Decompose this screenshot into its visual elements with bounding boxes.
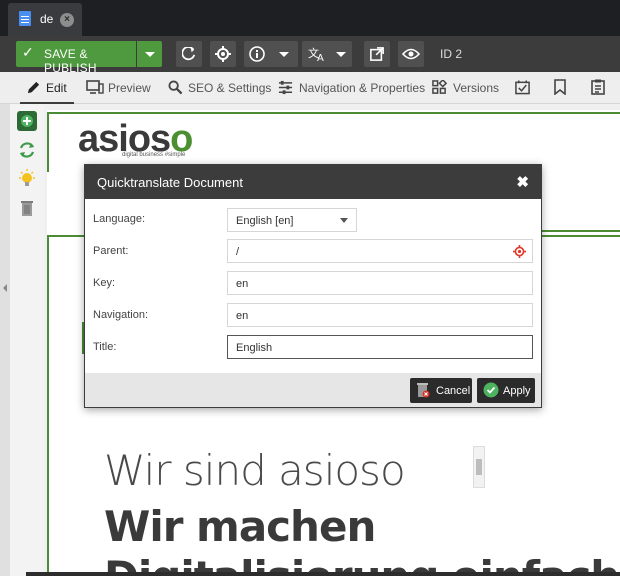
locate-button[interactable] — [210, 41, 236, 67]
tab-navigation-label: Navigation & Properties — [299, 81, 426, 95]
pencil-icon — [27, 81, 40, 94]
language-value: English [en] — [236, 215, 294, 227]
svg-text:A: A — [317, 53, 324, 62]
dialog-title: Quicktranslate Document — [97, 175, 243, 190]
chevron-down-icon — [279, 52, 289, 57]
language-label: Language: — [93, 213, 145, 225]
page-headline-light[interactable]: Wir sind asioso — [104, 446, 406, 495]
title-value: English — [236, 342, 273, 354]
main-toolbar: ✓ SAVE & PUBLISH 文A ID 2 — [0, 36, 620, 75]
sync-icon[interactable] — [16, 139, 38, 161]
reload-button[interactable] — [176, 41, 202, 67]
close-icon[interactable]: ✖ — [516, 173, 529, 191]
editable-outline — [47, 235, 49, 576]
clipboard-icon[interactable] — [591, 79, 605, 95]
open-external-icon — [370, 47, 384, 61]
open-external-button[interactable] — [364, 41, 390, 67]
navigation-value: en — [236, 310, 249, 322]
info-icon — [249, 46, 265, 62]
language-select[interactable]: English [en] — [227, 208, 357, 232]
target-icon — [215, 46, 231, 62]
chevron-down-icon — [336, 52, 346, 57]
tab-versions-label: Versions — [453, 81, 500, 95]
logo-tagline: digital business #simple — [122, 152, 186, 158]
preview-eye-button[interactable] — [398, 41, 424, 67]
calendar-check-icon[interactable] — [515, 79, 530, 95]
tab-edit[interactable]: Edit — [20, 72, 74, 104]
navigation-field[interactable]: en — [227, 303, 533, 327]
tab-preview-label: Preview — [108, 81, 151, 95]
editable-outline — [47, 112, 49, 172]
tab-label: de — [40, 12, 54, 26]
sidebar-collapse-strip[interactable] — [0, 104, 10, 576]
reload-icon — [182, 47, 196, 61]
document-tab-bar: de × — [0, 0, 620, 36]
editable-outline — [47, 112, 620, 114]
document-tab[interactable]: de × — [8, 3, 82, 36]
tab-versions[interactable]: Versions — [432, 72, 500, 104]
apply-label: Apply — [503, 385, 531, 397]
title-field[interactable]: English — [227, 335, 533, 359]
add-icon[interactable] — [16, 110, 38, 132]
document-id: ID 2 — [440, 47, 463, 61]
parent-label: Parent: — [93, 245, 129, 257]
save-publish-button[interactable]: ✓ SAVE & PUBLISH — [16, 41, 136, 75]
cancel-button[interactable]: Cancel — [410, 378, 472, 403]
bookmark-icon[interactable] — [554, 79, 566, 95]
trash-cancel-icon — [417, 383, 430, 398]
editor-subtabs: Edit Preview SEO & Settings Navigation &… — [0, 72, 620, 104]
save-publish-label: SAVE & PUBLISH — [44, 47, 97, 75]
tab-seo-settings[interactable]: SEO & Settings — [168, 72, 271, 104]
target-icon[interactable] — [513, 245, 526, 258]
cancel-label: Cancel — [436, 385, 471, 397]
tab-navigation-properties[interactable]: Navigation & Properties — [278, 72, 425, 104]
apply-button[interactable]: Apply — [477, 378, 535, 403]
info-button[interactable] — [244, 41, 298, 67]
site-logo: asioso digital business #simple — [78, 120, 193, 158]
dialog-footer: Cancel Apply — [85, 373, 541, 407]
title-label: Title: — [93, 341, 117, 353]
versions-icon — [432, 80, 447, 94]
tab-seo-label: SEO & Settings — [188, 81, 272, 95]
editable-scrollbar[interactable] — [473, 446, 485, 488]
publish-dropdown-button[interactable] — [137, 41, 162, 67]
trash-icon[interactable] — [16, 197, 38, 219]
translate-icon: 文A — [308, 46, 324, 62]
monitor-icon — [86, 80, 104, 94]
key-field[interactable]: en — [227, 271, 533, 295]
navigation-label: Navigation: — [93, 309, 149, 321]
sliders-icon — [278, 80, 293, 95]
parent-value: / — [236, 246, 240, 258]
check-icon: ✓ — [22, 44, 34, 60]
bulb-icon[interactable] — [16, 168, 38, 190]
document-icon — [19, 11, 31, 26]
parent-field[interactable]: / — [227, 239, 533, 263]
page-headline-bold[interactable]: Wir machen — [104, 502, 376, 551]
eye-icon — [402, 48, 420, 60]
collapse-arrow-icon[interactable] — [3, 284, 7, 292]
search-icon — [168, 80, 183, 95]
close-icon[interactable]: × — [60, 13, 74, 27]
key-value: en — [236, 278, 249, 290]
translate-button[interactable]: 文A — [302, 41, 352, 67]
tab-preview[interactable]: Preview — [86, 72, 151, 104]
key-label: Key: — [93, 277, 116, 289]
check-circle-icon — [483, 382, 499, 398]
dialog-form: Language: English [en] Parent: / Key: en… — [85, 199, 541, 373]
dialog-header: Quicktranslate Document ✖ — [85, 165, 541, 199]
tab-edit-label: Edit — [46, 81, 67, 95]
bottom-bar — [26, 572, 620, 576]
quicktranslate-dialog: Quicktranslate Document ✖ Language: Engl… — [84, 164, 542, 408]
